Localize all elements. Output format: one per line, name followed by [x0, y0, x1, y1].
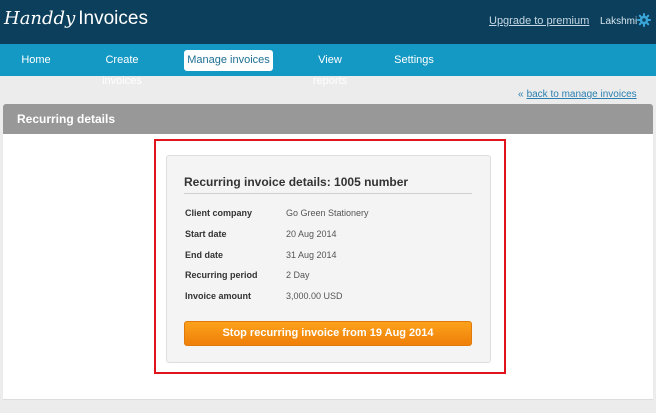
start-date-label: Start date [185, 229, 227, 239]
double-chevron-left-icon: « [518, 89, 524, 100]
recurring-period-value: 2 Day [286, 270, 310, 280]
invoice-amount-value: 3,000.00 USD [286, 291, 343, 301]
nav-home[interactable]: Home [16, 50, 56, 71]
section-title: Recurring details [17, 112, 116, 126]
recurring-details-card: Recurring invoice details: 1005 number C… [166, 155, 491, 363]
stop-recurring-invoice-button[interactable]: Stop recurring invoice from 19 Aug 2014 [184, 321, 472, 346]
user-name[interactable]: Lakshmi [600, 16, 637, 27]
main-nav: Home Create invoices Manage invoices Vie… [0, 44, 656, 87]
end-date-value: 31 Aug 2014 [286, 250, 337, 260]
card-title: Recurring invoice details: 1005 number [184, 175, 409, 189]
title-divider [184, 193, 472, 194]
start-date-value: 20 Aug 2014 [286, 229, 337, 239]
nav-settings[interactable]: Settings [394, 50, 434, 71]
client-company-label: Client company [185, 208, 253, 218]
recurring-period-label: Recurring period [185, 270, 258, 280]
nav-manage-invoices[interactable]: Manage invoices [184, 50, 273, 71]
invoice-amount-label: Invoice amount [185, 291, 252, 301]
back-to-manage-invoices-link[interactable]: «back to manage invoices [518, 89, 637, 100]
end-date-label: End date [185, 250, 224, 260]
nav-create-invoices[interactable]: Create invoices [86, 50, 158, 87]
app-logo[interactable]: Handdy Invoices [4, 8, 148, 30]
nav-view-reports[interactable]: View reports [300, 50, 360, 87]
top-header: Handdy Invoices Upgrade to premium Lakshm… [0, 0, 656, 44]
upgrade-to-premium-link[interactable]: Upgrade to premium [489, 15, 589, 27]
back-link-label: back to manage invoices [526, 89, 637, 100]
section-header: Recurring details [3, 104, 653, 134]
logo-script-text: Handdy [4, 8, 76, 29]
gear-icon[interactable] [637, 13, 651, 27]
client-company-value: Go Green Stationery [286, 208, 369, 218]
logo-text: Invoices [78, 8, 148, 29]
